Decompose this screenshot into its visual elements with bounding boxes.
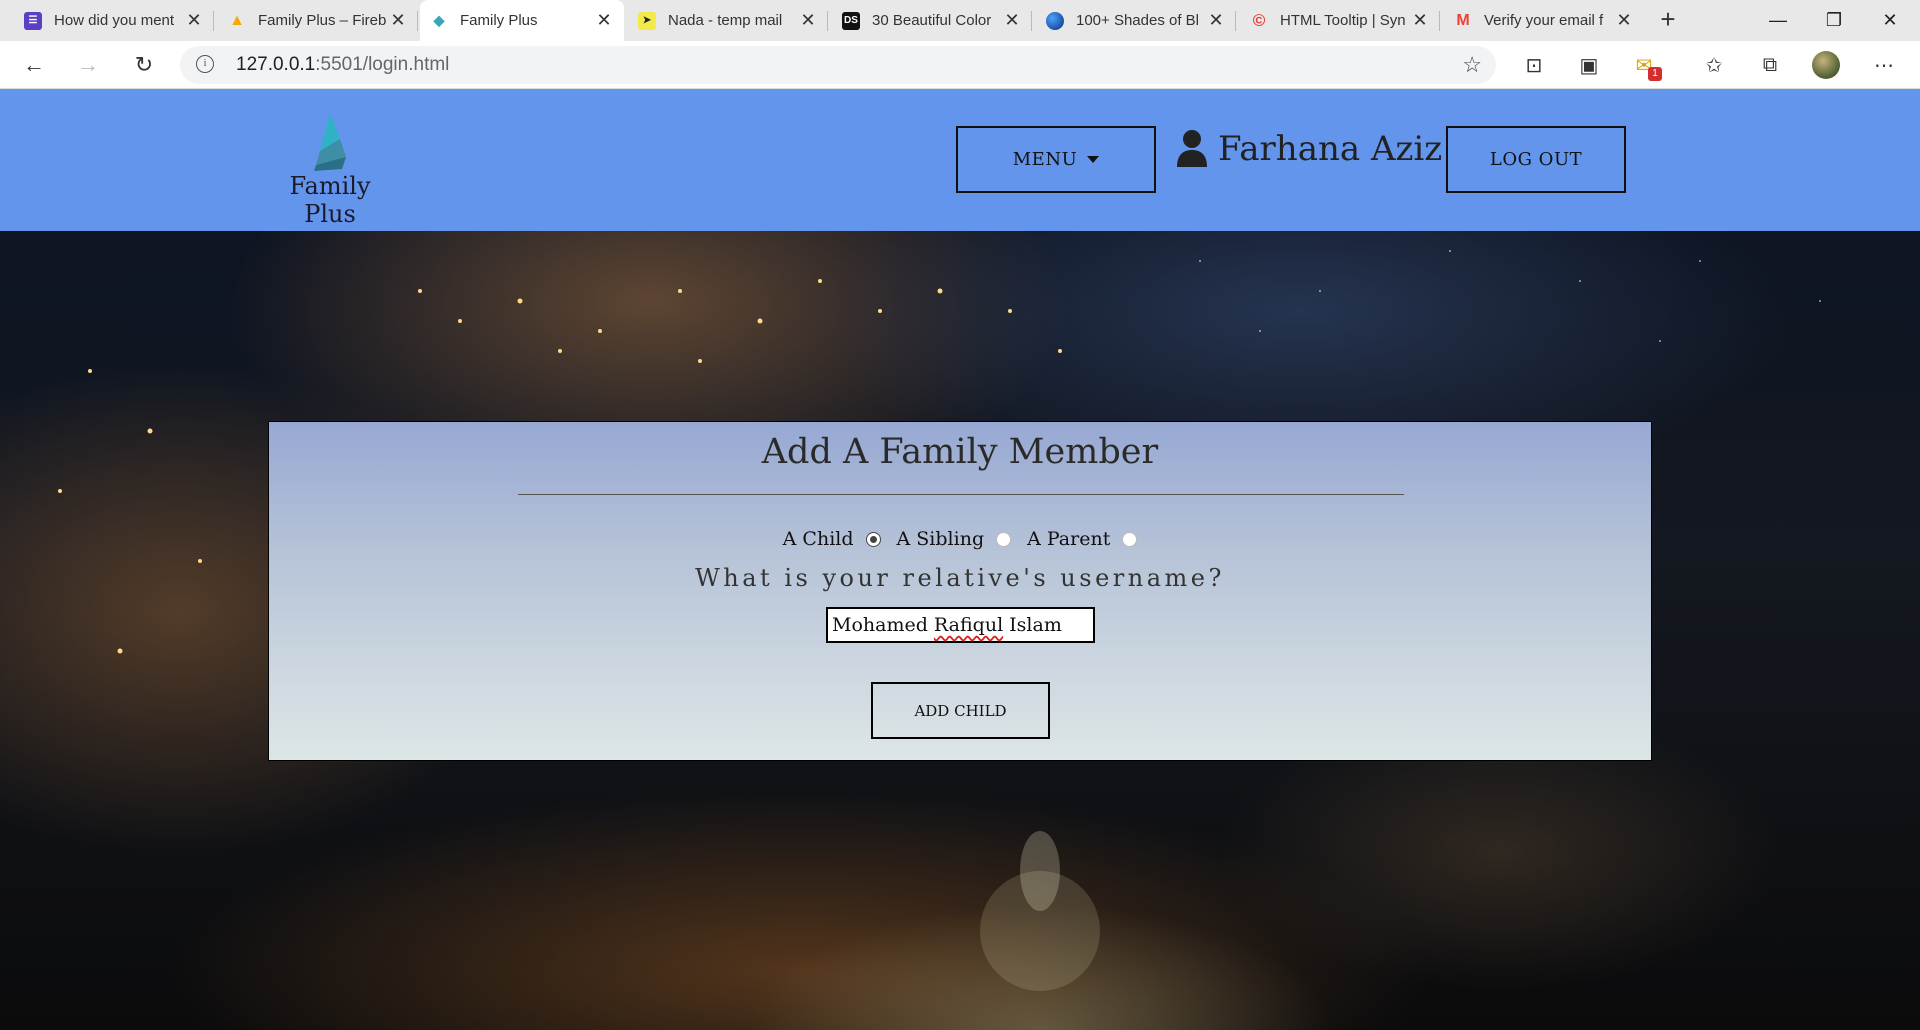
site-info-icon[interactable]: i (196, 55, 214, 73)
browser-tab[interactable]: ➤ Nada - temp mail ✕ (628, 0, 828, 41)
tab-title: Family Plus – Fireb (258, 12, 387, 29)
tab-title: How did you ment (54, 12, 175, 29)
radio-button-sibling[interactable] (996, 531, 1012, 547)
close-window-icon[interactable]: ✕ (1862, 0, 1918, 41)
family-plus-icon: ◆ (433, 12, 445, 28)
site-logo[interactable]: Family Plus (265, 111, 395, 228)
new-tab-button[interactable]: + (1654, 6, 1682, 34)
family-plus-logo-icon (314, 113, 346, 171)
logout-button[interactable]: LOG OUT (1446, 126, 1626, 193)
back-icon[interactable]: ← (18, 49, 50, 81)
radio-option-parent[interactable]: A Parent (1027, 528, 1138, 550)
menu-label: MENU (1012, 149, 1078, 170)
screenshot-extension-icon[interactable]: ⊡ (1520, 51, 1548, 79)
radio-button-child[interactable] (865, 531, 881, 547)
profile-avatar[interactable] (1812, 51, 1840, 79)
close-tab-icon[interactable]: ✕ (1410, 10, 1430, 31)
radio-label: A Sibling (896, 528, 985, 550)
relative-username-input[interactable]: Mohamed Rafiqul Islam (826, 607, 1095, 643)
more-options-icon[interactable]: ⋯ (1870, 51, 1898, 79)
user-name: Farhana Aziz (1218, 129, 1443, 169)
browser-tab-bar: ☰ How did you ment ✕ ▲ Family Plus – Fir… (0, 0, 1920, 41)
close-tab-icon[interactable]: ✕ (1002, 10, 1022, 31)
collections-icon[interactable]: ⧉ (1756, 51, 1784, 79)
favorite-star-icon[interactable]: ☆ (1462, 52, 1482, 78)
relation-radio-group: A Child A Sibling A Parent (269, 528, 1651, 550)
nada-icon: ➤ (638, 11, 656, 30)
gmail-icon: M (1456, 11, 1470, 29)
tab-title: 30 Beautiful Color (872, 12, 992, 29)
user-icon (1177, 130, 1207, 167)
radio-option-child[interactable]: A Child (783, 528, 881, 550)
radio-label: A Parent (1027, 528, 1111, 550)
add-child-button[interactable]: ADD CHILD (871, 682, 1050, 739)
forms-icon: ☰ (24, 11, 42, 30)
radio-option-sibling[interactable]: A Sibling (897, 528, 1012, 550)
close-tab-icon[interactable]: ✕ (1206, 10, 1226, 31)
browser-tab[interactable]: M Verify your email f ✕ (1444, 0, 1644, 41)
menu-button[interactable]: MENU (956, 126, 1156, 193)
close-tab-icon[interactable]: ✕ (594, 10, 614, 31)
tab-title: HTML Tooltip | Syn (1280, 12, 1406, 29)
tab-title: 100+ Shades of Bl (1076, 12, 1200, 29)
address-bar: ← → ↻ i 127.0.0.1:5501/login.html ☆ ⊡ ▣ … (0, 41, 1920, 89)
user-info: Farhana Aziz (1176, 129, 1442, 169)
site-header: Family Plus MENU Farhana Aziz LOG OUT (0, 89, 1920, 231)
reload-icon[interactable]: ↻ (128, 49, 160, 81)
browser-tab[interactable]: 100+ Shades of Bl ✕ (1036, 0, 1236, 41)
mail-extension-icon[interactable]: ✉ 1 (1630, 51, 1662, 81)
username-question: What is your relative's username? (695, 564, 1225, 592)
close-tab-icon[interactable]: ✕ (184, 10, 204, 31)
restore-icon[interactable]: ❐ (1806, 0, 1862, 41)
browser-tab[interactable]: ▲ Family Plus – Fireb ✕ (218, 0, 418, 41)
browser-tab-active[interactable]: ◆ Family Plus ✕ (420, 0, 624, 41)
browser-tab[interactable]: DS 30 Beautiful Color ✕ (832, 0, 1032, 41)
ds-icon: DS (842, 11, 860, 30)
radio-button-parent[interactable] (1122, 531, 1138, 547)
close-tab-icon[interactable]: ✕ (388, 10, 408, 31)
url-field[interactable]: i 127.0.0.1:5501/login.html ☆ (180, 46, 1496, 84)
close-tab-icon[interactable]: ✕ (1614, 10, 1634, 31)
globe-icon (1046, 11, 1064, 30)
firebase-icon: ▲ (229, 11, 245, 29)
close-tab-icon[interactable]: ✕ (798, 10, 818, 31)
extension-icon[interactable]: ▣ (1575, 51, 1603, 79)
caret-down-icon (1087, 156, 1100, 163)
tab-title: Nada - temp mail (668, 12, 783, 29)
tab-title: Verify your email f (1484, 12, 1604, 29)
mail-badge: 1 (1648, 67, 1662, 81)
forward-icon[interactable]: → (72, 49, 104, 81)
divider (518, 494, 1404, 495)
card-title: Add A Family Member (761, 432, 1159, 472)
radio-label: A Child (782, 528, 854, 550)
favorites-icon[interactable]: ✩ (1700, 51, 1728, 79)
tab-title: Family Plus (460, 12, 538, 29)
url-text: 127.0.0.1:5501/login.html (236, 54, 450, 75)
logo-text: Family Plus (289, 172, 371, 228)
browser-tab[interactable]: © HTML Tooltip | Syn ✕ (1240, 0, 1440, 41)
minimize-icon[interactable]: — (1750, 0, 1806, 41)
browser-tab[interactable]: ☰ How did you ment ✕ (14, 0, 214, 41)
syncfusion-icon: © (1252, 10, 1266, 30)
add-family-member-card: Add A Family Member A Child A Sibling A … (268, 421, 1652, 761)
